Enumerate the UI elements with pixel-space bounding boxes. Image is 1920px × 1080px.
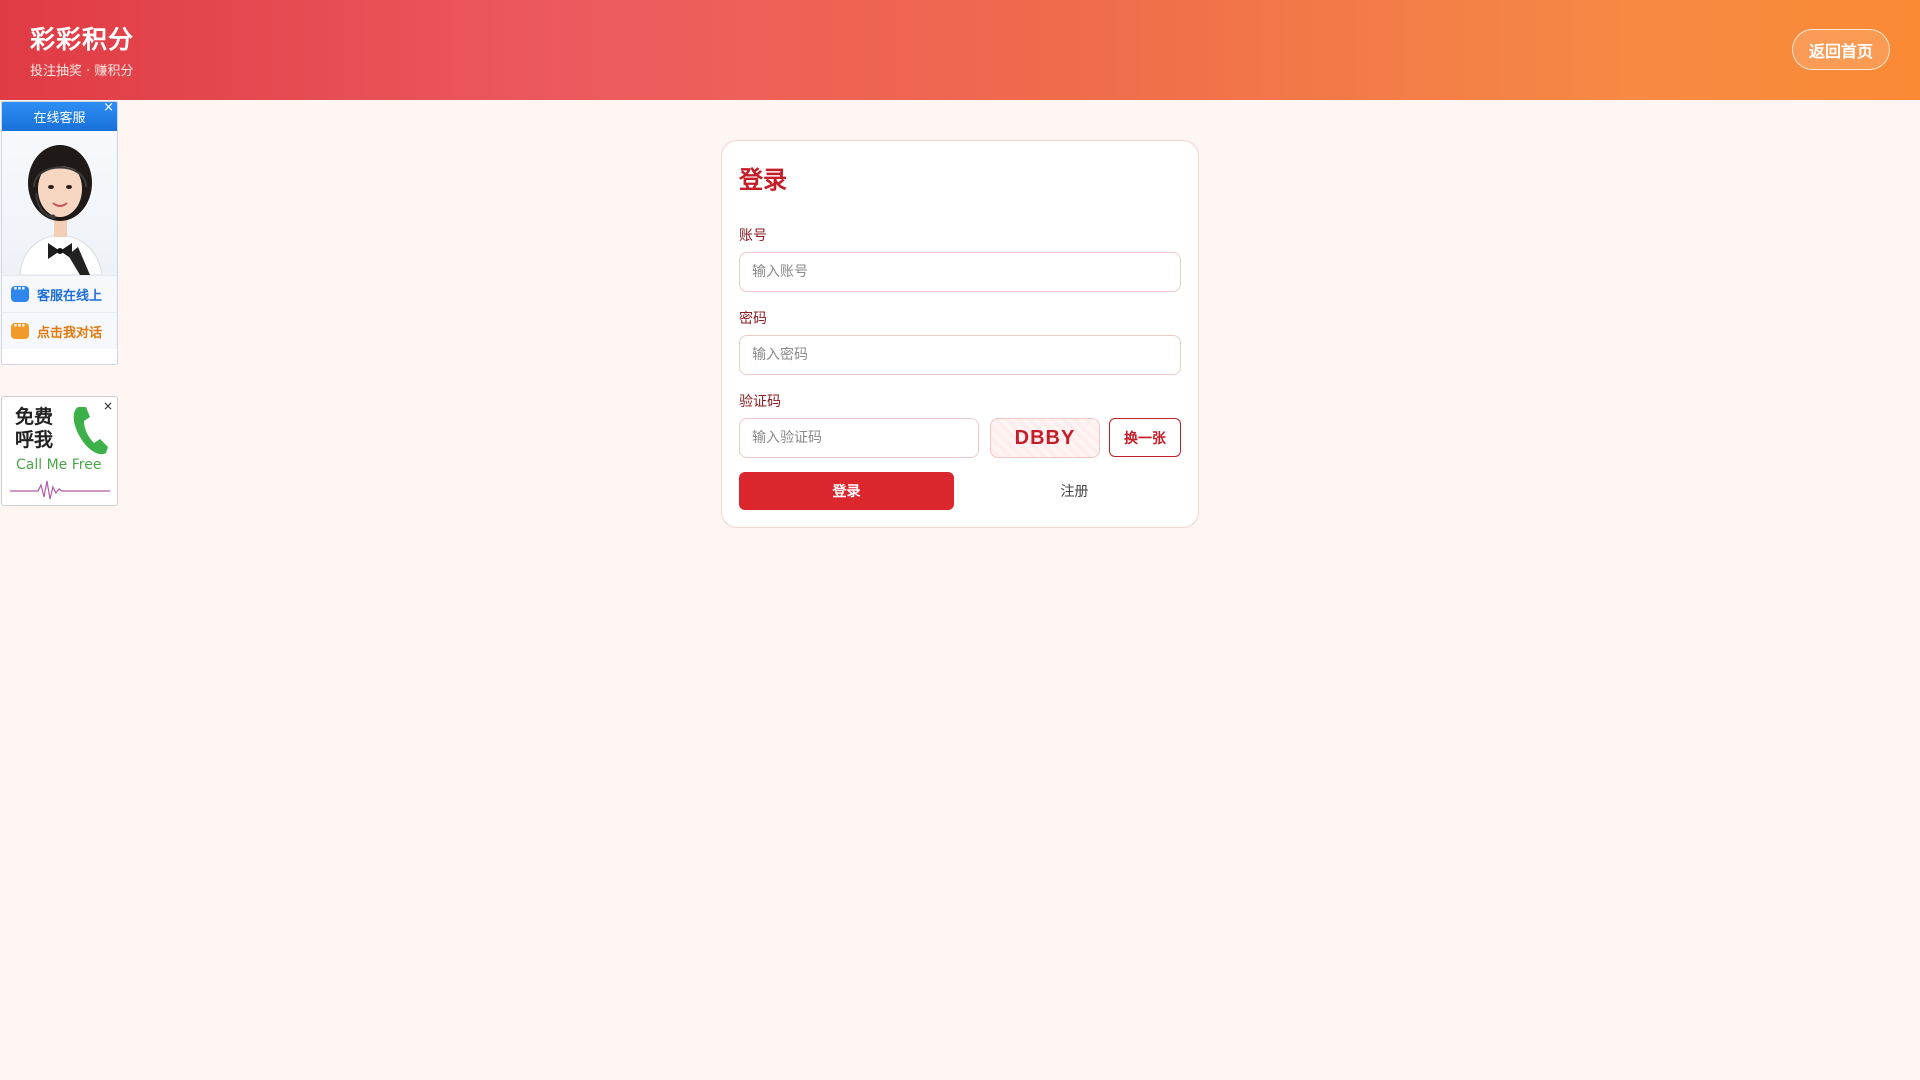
- top-header: 彩彩积分 投注抽奖 · 赚积分 返回首页: [0, 0, 1920, 100]
- account-input[interactable]: [739, 252, 1181, 292]
- register-link[interactable]: 注册: [962, 472, 1187, 510]
- service-close-icon[interactable]: ×: [103, 102, 114, 114]
- site-title: 彩彩积分: [30, 25, 135, 54]
- back-home-button[interactable]: 返回首页: [1792, 29, 1890, 70]
- service-chat-row[interactable]: 点击我对话: [2, 312, 117, 349]
- captcha-image[interactable]: DBBY: [990, 418, 1100, 458]
- callme-subtitle: Call Me Free: [16, 457, 102, 473]
- callme-title: 免费呼我: [15, 406, 54, 451]
- account-label: 账号: [739, 228, 767, 244]
- password-label: 密码: [739, 311, 767, 327]
- service-agent-avatar: [2, 131, 117, 276]
- online-service-widget: 在线客服 × ··· 客服在线上 ··· 点击我对话: [1, 101, 118, 365]
- chat-icon: [11, 319, 29, 339]
- service-widget-header: 在线客服: [2, 102, 117, 131]
- service-chat-label: 点击我对话: [37, 325, 103, 341]
- service-widget-title: 在线客服: [33, 111, 86, 126]
- captcha-input[interactable]: [739, 418, 979, 458]
- chat-icon: [11, 282, 29, 302]
- service-online-row[interactable]: 客服在线上: [2, 275, 117, 312]
- login-submit-button[interactable]: 登录: [739, 472, 954, 510]
- password-input[interactable]: [739, 335, 1181, 375]
- login-title: 登录: [739, 166, 787, 194]
- call-me-free-widget[interactable]: × 免费呼我 Call Me Free: [1, 396, 118, 506]
- phone-icon: [73, 407, 108, 455]
- agent-portrait-icon: [19, 145, 103, 276]
- refresh-captcha-button[interactable]: 换一张: [1109, 418, 1181, 457]
- sound-wave-icon: [10, 480, 110, 500]
- service-online-label: 客服在线上: [37, 288, 103, 304]
- login-card: 登录 账号 密码 验证码 DBBY 换一张 登录 注册: [721, 140, 1199, 528]
- site-subtitle: 投注抽奖 · 赚积分: [30, 64, 134, 79]
- captcha-label: 验证码: [739, 394, 781, 410]
